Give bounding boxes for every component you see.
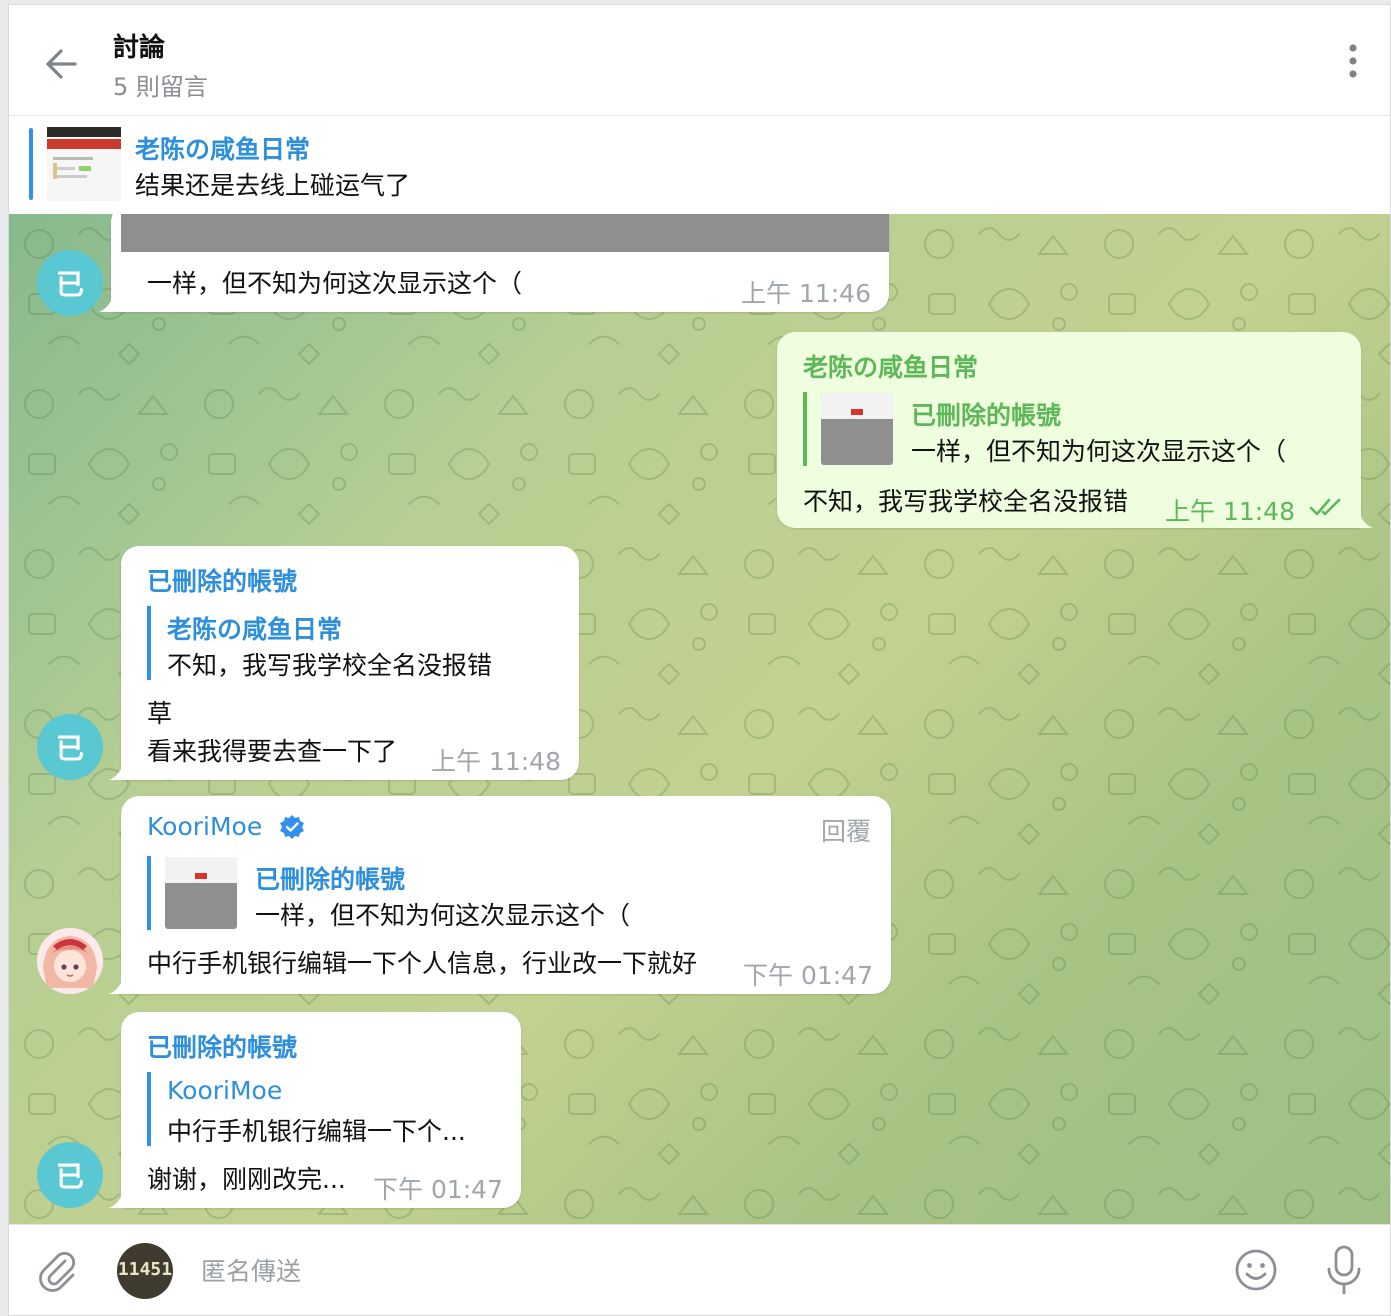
pinned-thumbnail bbox=[47, 127, 121, 201]
pinned-post[interactable]: 老陈の咸鱼日常 结果还是去线上碰运气了 bbox=[9, 116, 1390, 215]
reply-sender-name: 已刪除的帳號 bbox=[911, 401, 1062, 430]
comment-count: 5 則留言 bbox=[113, 73, 208, 101]
message-time: 上午 11:48 bbox=[1165, 497, 1295, 526]
message-bubble[interactable]: KooriMoe 回覆 已刪除的帳號 一样，但不知为何这次显示这个（ 中行手机银… bbox=[109, 796, 891, 994]
reply-text: 一样，但不知为何这次显示这个（ bbox=[911, 437, 1287, 466]
page-title: 討論 bbox=[113, 33, 166, 63]
message-time: 上午 11:48 bbox=[431, 747, 561, 776]
message-bubble[interactable]: 已刪除的帳號 KooriMoe 中行手机银行编辑一下个... 谢谢，刚刚改完..… bbox=[109, 1012, 521, 1208]
message-text: 谢谢，刚刚改完... bbox=[147, 1165, 346, 1194]
voice-record-button[interactable] bbox=[1321, 1243, 1367, 1297]
message-list[interactable]: 一样，但不知为何这次显示这个（ 上午 11:46 已 老陈の咸鱼日常 已刪除的帳… bbox=[9, 214, 1390, 1224]
chat-header: 討論 5 則留言 bbox=[9, 5, 1390, 116]
message-text-line2: 看来我得要去查一下了 bbox=[147, 737, 398, 766]
reply-quote[interactable]: 已刪除的帳號 一样，但不知为何这次显示这个（ bbox=[803, 392, 1327, 466]
verified-badge-icon bbox=[280, 815, 304, 839]
message-text: 一样，但不知为何这次显示这个（ bbox=[147, 269, 523, 298]
sender-name[interactable]: 已刪除的帳號 bbox=[147, 1028, 297, 1064]
arrow-left-icon bbox=[46, 49, 77, 79]
bubble-tail bbox=[99, 296, 113, 312]
paperclip-icon bbox=[39, 1251, 76, 1292]
message-bubble-outgoing[interactable]: 老陈の咸鱼日常 已刪除的帳號 一样，但不知为何这次显示这个（ 不知，我写我学校全… bbox=[777, 332, 1373, 528]
send-as-label: 11451 bbox=[117, 1259, 173, 1280]
anime-avatar-image bbox=[37, 928, 103, 994]
sender-name[interactable]: KooriMoe bbox=[147, 812, 262, 841]
message-bubble[interactable]: 已刪除的帳號 老陈の咸鱼日常 不知，我写我学校全名没报错 草 看来我得要去查一下… bbox=[109, 546, 579, 780]
pinned-channel-name: 老陈の咸鱼日常 bbox=[135, 135, 311, 164]
emoji-button[interactable] bbox=[1233, 1247, 1279, 1293]
avatar[interactable]: 已 bbox=[37, 714, 103, 780]
message-bubble[interactable]: 一样，但不知为何这次显示这个（ 上午 11:46 bbox=[99, 214, 889, 312]
back-button[interactable] bbox=[39, 41, 85, 87]
reply-text: 一样，但不知为何这次显示这个（ bbox=[255, 901, 631, 930]
bubble-tail bbox=[109, 1192, 123, 1208]
avatar[interactable]: 已 bbox=[37, 1142, 103, 1208]
microphone-icon bbox=[1327, 1245, 1361, 1295]
smile-icon bbox=[1235, 1249, 1277, 1291]
reply-thumbnail bbox=[165, 857, 237, 929]
reply-thumbnail bbox=[821, 393, 893, 465]
message-time: 上午 11:46 bbox=[741, 279, 871, 308]
reply-sender-name: 老陈の咸鱼日常 bbox=[167, 615, 343, 644]
bubble-tail bbox=[109, 978, 123, 994]
more-vertical-icon bbox=[1349, 44, 1357, 78]
double-check-icon bbox=[1309, 498, 1341, 516]
attach-button[interactable] bbox=[35, 1247, 81, 1293]
message-composer: 11451 bbox=[9, 1224, 1390, 1315]
message-text: 不知，我写我学校全名没报错 bbox=[803, 487, 1129, 516]
message-text: 中行手机银行编辑一下个人信息，行业改一下就好 bbox=[147, 949, 698, 978]
image-preview bbox=[121, 214, 889, 252]
sender-name[interactable]: 老陈の咸鱼日常 bbox=[803, 348, 978, 384]
message-text-line1: 草 bbox=[147, 699, 173, 728]
bubble-tail bbox=[1359, 512, 1373, 528]
send-as-avatar[interactable]: 11451 bbox=[117, 1243, 173, 1299]
pinned-thumbnail-image bbox=[47, 127, 121, 201]
message-time: 下午 01:47 bbox=[743, 961, 873, 990]
chat-window: 討論 5 則留言 老陈の咸鱼日常 结果还是去线上碰运气了 一样，但不知为何这次显… bbox=[8, 4, 1391, 1316]
reply-sender-name: 已刪除的帳號 bbox=[255, 865, 406, 894]
reply-quote[interactable]: KooriMoe 中行手机银行编辑一下个... bbox=[147, 1072, 501, 1146]
avatar[interactable]: 已 bbox=[37, 250, 103, 316]
bubble-tail bbox=[109, 764, 123, 780]
sender-name[interactable]: 已刪除的帳號 bbox=[147, 562, 297, 598]
reply-quote[interactable]: 已刪除的帳號 一样，但不知为何这次显示这个（ bbox=[147, 856, 851, 930]
reply-button[interactable]: 回覆 bbox=[821, 812, 871, 848]
message-input[interactable] bbox=[199, 1247, 1163, 1295]
more-menu-button[interactable] bbox=[1338, 41, 1368, 81]
reply-quote[interactable]: 老陈の咸鱼日常 不知，我写我学校全名没报错 bbox=[147, 606, 561, 680]
reply-text: 不知，我写我学校全名没报错 bbox=[167, 651, 493, 680]
pinned-accent-bar bbox=[29, 128, 33, 200]
reply-text: 中行手机银行编辑一下个... bbox=[167, 1117, 466, 1146]
reply-sender-name: KooriMoe bbox=[167, 1076, 283, 1105]
message-time: 下午 01:47 bbox=[373, 1175, 503, 1204]
pinned-text: 结果还是去线上碰运气了 bbox=[135, 171, 411, 200]
user-avatar[interactable] bbox=[37, 928, 103, 994]
